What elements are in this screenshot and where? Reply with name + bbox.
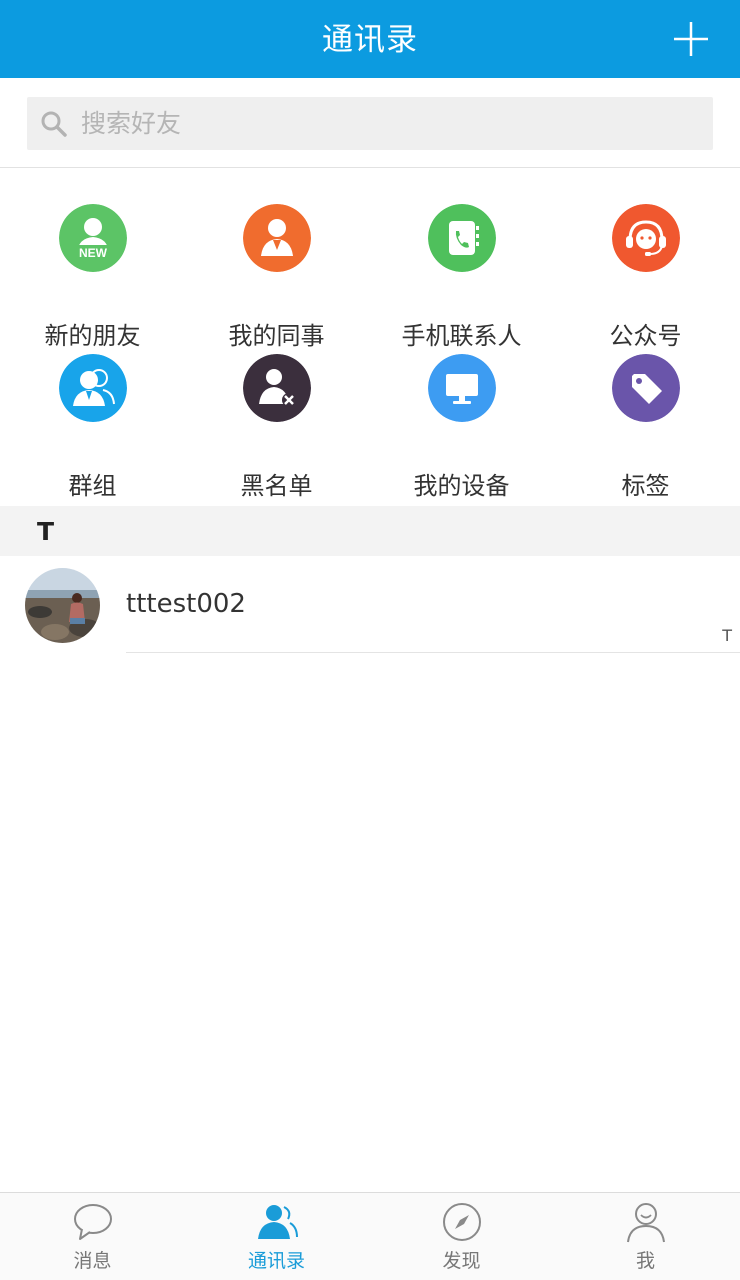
tab-label: 消息	[73, 1250, 112, 1272]
search-section: 搜索好友	[0, 78, 740, 168]
avatar	[25, 568, 100, 643]
new-friend-icon: NEW	[59, 204, 127, 272]
tab-label: 我	[635, 1250, 655, 1272]
monitor-icon	[428, 354, 496, 422]
contact-row[interactable]: tttest002	[0, 556, 740, 654]
svg-text:NEW: NEW	[79, 246, 108, 260]
shortcut-new-friends[interactable]: NEW 新的朋友	[0, 204, 185, 354]
blacklist-icon	[243, 354, 311, 422]
shortcut-label: 我的同事	[228, 322, 325, 350]
tab-messages[interactable]: 消息	[0, 1193, 185, 1280]
tab-label: 通讯录	[247, 1250, 305, 1272]
group-icon	[59, 354, 127, 422]
section-letter: T	[37, 517, 55, 546]
shortcut-label: 黑名单	[240, 472, 313, 500]
compass-icon	[443, 1203, 481, 1241]
page-title: 通讯录	[322, 22, 418, 58]
shortcut-label: 手机联系人	[401, 322, 522, 350]
contact-name: tttest002	[126, 589, 246, 619]
plus-icon[interactable]	[672, 20, 710, 58]
shortcut-tags[interactable]: 标签	[553, 354, 738, 504]
tab-label: 发现	[442, 1250, 481, 1272]
shortcut-official-accounts[interactable]: 公众号	[553, 204, 738, 354]
tab-me[interactable]: 我	[553, 1193, 738, 1280]
search-placeholder: 搜索好友	[81, 109, 182, 138]
shortcut-grid: NEW 新的朋友 我的同事 手机联系人 公众号 群组 黑名单 我的设备 标签	[0, 168, 740, 506]
shortcut-blacklist[interactable]: 黑名单	[184, 354, 369, 504]
tab-bar: 消息 通讯录 发现 我	[0, 1192, 740, 1280]
chat-bubble-icon	[74, 1204, 112, 1240]
phone-contacts-icon	[428, 204, 496, 272]
colleague-icon	[243, 204, 311, 272]
tab-discover[interactable]: 发现	[369, 1193, 554, 1280]
shortcut-my-devices[interactable]: 我的设备	[369, 354, 554, 504]
search-input[interactable]: 搜索好友	[27, 97, 713, 150]
shortcut-label: 群组	[68, 472, 117, 500]
shortcut-phone-contacts[interactable]: 手机联系人	[369, 204, 554, 354]
shortcut-label: 新的朋友	[44, 322, 141, 350]
shortcut-label: 标签	[621, 472, 670, 500]
contacts-icon	[258, 1205, 298, 1239]
tab-contacts[interactable]: 通讯录	[184, 1193, 369, 1280]
shortcut-groups[interactable]: 群组	[0, 354, 185, 504]
shortcut-label: 公众号	[609, 322, 682, 350]
person-icon	[627, 1203, 665, 1243]
row-divider	[126, 652, 740, 653]
index-letter-t[interactable]: T	[722, 626, 732, 645]
headset-icon	[612, 204, 680, 272]
nav-bar: 通讯录	[0, 0, 740, 78]
shortcut-colleagues[interactable]: 我的同事	[184, 204, 369, 354]
search-icon	[41, 111, 67, 137]
tag-icon	[612, 354, 680, 422]
shortcut-label: 我的设备	[413, 472, 510, 500]
section-header: T	[0, 506, 740, 556]
